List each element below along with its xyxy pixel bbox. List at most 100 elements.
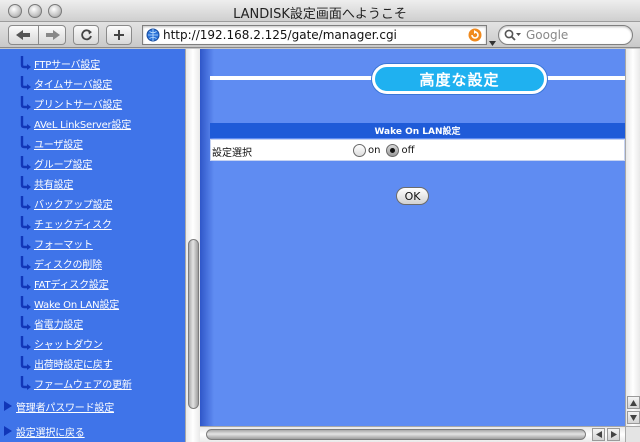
sidebar-item-link[interactable]: ユーザ設定 bbox=[34, 136, 83, 151]
sidebar-item-link[interactable]: FTPサーバ設定 bbox=[34, 56, 100, 71]
scroll-right-button[interactable] bbox=[607, 428, 620, 441]
address-bar[interactable]: http://192.168.2.125/gate/manager.cgi bbox=[142, 25, 487, 45]
sidebar-item-link[interactable]: AVeL LinkServer設定 bbox=[34, 116, 131, 131]
content-frame: 高度な設定 Wake On LAN設定 設定選択 on off OK bbox=[200, 49, 625, 426]
sidebar-item-link[interactable]: 共有設定 bbox=[34, 176, 73, 191]
sub-arrow-icon bbox=[17, 255, 33, 271]
scroll-left-button[interactable] bbox=[592, 428, 605, 441]
sidebar-item[interactable]: FTPサーバ設定 bbox=[17, 54, 100, 72]
ok-button[interactable]: OK bbox=[396, 187, 429, 205]
url-text: http://192.168.2.125/gate/manager.cgi bbox=[163, 28, 397, 42]
arrow-down-icon bbox=[630, 414, 637, 421]
sub-arrow-icon bbox=[17, 235, 33, 251]
browser-toolbar: http://192.168.2.125/gate/manager.cgi Go… bbox=[0, 22, 640, 48]
sidebar-top-item[interactable]: 管理者パスワード設定 bbox=[4, 397, 114, 415]
sidebar-item[interactable]: タイムサーバ設定 bbox=[17, 74, 112, 92]
horizontal-scroll-thumb[interactable] bbox=[206, 429, 586, 440]
wol-radio-group: on off bbox=[353, 140, 414, 160]
sidebar-top-item[interactable]: 設定選択に戻る bbox=[4, 422, 85, 440]
sub-arrow-icon bbox=[17, 55, 33, 71]
sidebar-top-link[interactable]: 設定選択に戻る bbox=[16, 424, 85, 439]
triangle-icon bbox=[4, 426, 12, 436]
sidebar-item-link[interactable]: ディスクの削除 bbox=[34, 256, 102, 271]
back-forward-group bbox=[8, 25, 66, 45]
sidebar-item[interactable]: ディスクの削除 bbox=[17, 254, 102, 272]
sidebar-item[interactable]: プリントサーバ設定 bbox=[17, 94, 122, 112]
sidebar-item[interactable]: AVeL LinkServer設定 bbox=[17, 114, 131, 132]
window-titlebar: LANDISK設定画面へようこそ bbox=[0, 0, 640, 22]
setting-row: 設定選択 on off bbox=[210, 139, 625, 161]
sub-arrow-icon bbox=[17, 75, 33, 91]
search-placeholder: Google bbox=[526, 28, 569, 42]
sidebar-item-link[interactable]: チェックディスク bbox=[34, 216, 112, 231]
title-rule-right bbox=[547, 76, 625, 80]
sidebar-item-link[interactable]: バックアップ設定 bbox=[34, 196, 113, 211]
sidebar-item[interactable]: 共有設定 bbox=[17, 174, 73, 192]
arrow-up-icon bbox=[630, 399, 637, 406]
sub-arrow-icon bbox=[17, 175, 33, 191]
sidebar-item[interactable]: フォーマット bbox=[17, 234, 93, 252]
sub-arrow-icon bbox=[17, 215, 33, 231]
sidebar-item-link[interactable]: フォーマット bbox=[34, 236, 93, 251]
radio-on-label: on bbox=[368, 144, 381, 156]
sidebar-item-link[interactable]: シャットダウン bbox=[34, 336, 103, 351]
title-rule-left bbox=[210, 76, 372, 80]
sidebar-item-link[interactable]: ファームウェアの更新 bbox=[34, 376, 132, 391]
sub-arrow-icon bbox=[17, 275, 33, 291]
sub-arrow-icon bbox=[17, 375, 33, 391]
forward-icon[interactable] bbox=[45, 29, 61, 41]
radio-off-label: off bbox=[401, 144, 415, 156]
sub-arrow-icon bbox=[17, 95, 33, 111]
radio-on[interactable] bbox=[353, 143, 366, 157]
setting-row-label: 設定選択 bbox=[212, 148, 252, 159]
sidebar-item-link[interactable]: 出荷時設定に戻す bbox=[34, 356, 113, 371]
sidebar-scrollbar[interactable] bbox=[185, 49, 200, 442]
reload-button[interactable] bbox=[73, 25, 99, 45]
reload-icon bbox=[80, 28, 93, 42]
sidebar-item-link[interactable]: グループ設定 bbox=[34, 156, 92, 171]
arrow-left-icon bbox=[595, 431, 602, 438]
sub-arrow-icon bbox=[17, 155, 33, 171]
sidebar-item-link[interactable]: FATディスク設定 bbox=[34, 276, 109, 291]
sidebar-item[interactable]: シャットダウン bbox=[17, 334, 103, 352]
sidebar-item[interactable]: ファームウェアの更新 bbox=[17, 374, 132, 392]
sidebar-item[interactable]: ユーザ設定 bbox=[17, 134, 83, 152]
triangle-icon bbox=[4, 401, 12, 411]
sub-arrow-icon bbox=[17, 355, 33, 371]
sidebar-item[interactable]: バックアップ設定 bbox=[17, 194, 113, 212]
back-icon[interactable] bbox=[15, 29, 31, 41]
snapback-icon[interactable] bbox=[468, 28, 482, 42]
sidebar-scroll-thumb[interactable] bbox=[188, 239, 199, 409]
sidebar-item[interactable]: FATディスク設定 bbox=[17, 274, 109, 292]
add-bookmark-button[interactable] bbox=[106, 25, 132, 45]
sub-arrow-icon bbox=[17, 195, 33, 211]
sidebar-menu: FTPサーバ設定 タイムサーバ設定 プリントサーバ設定 AVeL LinkServer… bbox=[0, 49, 200, 442]
sidebar-top-link[interactable]: 管理者パスワード設定 bbox=[16, 399, 114, 414]
globe-icon bbox=[146, 28, 160, 42]
scroll-down-button[interactable] bbox=[627, 411, 640, 424]
scroll-up-button[interactable] bbox=[627, 396, 640, 409]
content-horizontal-scrollbar[interactable] bbox=[200, 426, 625, 442]
content-scrollbar[interactable] bbox=[625, 49, 640, 426]
sub-arrow-icon bbox=[17, 135, 33, 151]
sidebar-item-link[interactable]: Wake On LAN設定 bbox=[34, 296, 119, 311]
sidebar-item-link[interactable]: タイムサーバ設定 bbox=[34, 76, 112, 91]
sidebar-item[interactable]: 省電力設定 bbox=[17, 314, 83, 332]
sub-arrow-icon bbox=[17, 315, 33, 331]
sidebar-item-link[interactable]: プリントサーバ設定 bbox=[34, 96, 122, 111]
add-bookmark-icon bbox=[113, 29, 125, 41]
page-title: 高度な設定 bbox=[372, 64, 547, 94]
window-title: LANDISK設定画面へようこそ bbox=[233, 7, 407, 22]
sub-arrow-icon bbox=[17, 295, 33, 311]
search-field[interactable]: Google bbox=[498, 25, 633, 45]
resize-grip[interactable] bbox=[625, 426, 640, 442]
sidebar-item[interactable]: グループ設定 bbox=[17, 154, 92, 172]
sidebar-item-link[interactable]: 省電力設定 bbox=[34, 316, 83, 331]
search-icon bbox=[504, 29, 522, 41]
sub-arrow-icon bbox=[17, 115, 33, 131]
sidebar-item[interactable]: チェックディスク bbox=[17, 214, 112, 232]
section-header: Wake On LAN設定 bbox=[210, 123, 625, 138]
radio-off[interactable] bbox=[386, 143, 400, 157]
sidebar-item[interactable]: Wake On LAN設定 bbox=[17, 294, 119, 312]
sidebar-item[interactable]: 出荷時設定に戻す bbox=[17, 354, 113, 372]
